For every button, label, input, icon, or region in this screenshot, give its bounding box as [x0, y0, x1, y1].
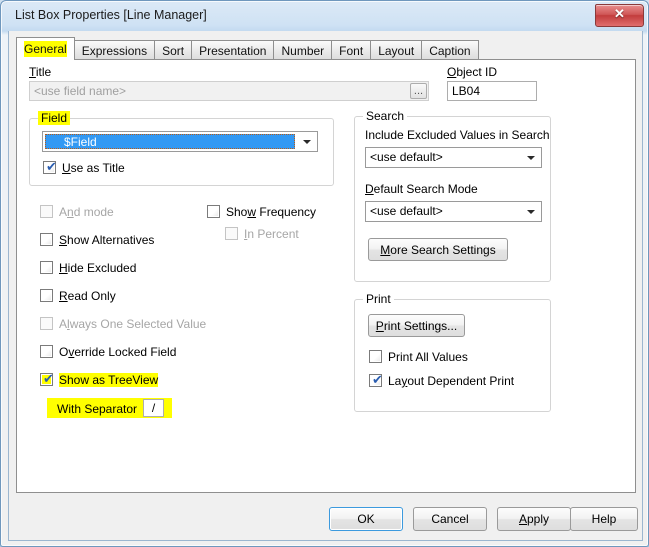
checkbox-hide-excluded-label: Hide Excluded — [59, 261, 137, 275]
help-button[interactable]: Help — [570, 507, 638, 531]
field-combo[interactable]: $Field — [42, 131, 318, 152]
close-button[interactable]: ✕ — [595, 4, 644, 27]
tab-number[interactable]: Number — [273, 40, 333, 60]
checkbox-hide-excluded-box — [40, 261, 53, 274]
dialog-window: List Box Properties [Line Manager] ✕ Gen… — [0, 0, 649, 547]
checkbox-in-percent-label: In Percent — [244, 227, 299, 241]
chevron-down-icon — [527, 155, 535, 160]
checkbox-always-one-selected-value-label: Always One Selected Value — [59, 317, 207, 331]
default-search-mode-value: <use default> — [370, 204, 443, 218]
search-group: Search Include Excluded Values in Search… — [354, 109, 551, 282]
checkbox-show-frequency-label: Show Frequency — [226, 205, 317, 219]
include-excluded-value: <use default> — [370, 150, 443, 164]
check-icon: ✔ — [43, 372, 54, 387]
check-icon: ✔ — [46, 160, 57, 175]
checkbox-print-all-values-box — [369, 350, 382, 363]
include-excluded-combo[interactable]: <use default> — [365, 147, 542, 168]
tab-general-label: General — [24, 41, 67, 57]
print-group-label: Print — [363, 292, 394, 306]
default-search-mode-label: Default Search Mode — [365, 182, 478, 196]
field-combo-value: $Field — [45, 134, 295, 149]
dialog-client-area: General Expressions Sort Presentation Number… — [8, 31, 643, 541]
title-input-placeholder: <use field name> — [34, 84, 127, 98]
checkbox-show-alternatives-box — [40, 233, 53, 246]
checkbox-and-mode-box — [40, 205, 53, 218]
chevron-down-icon — [303, 139, 311, 144]
search-group-label: Search — [363, 109, 408, 123]
tab-font-label: Font — [339, 44, 364, 58]
print-settings-button[interactable]: Print Settings... — [368, 314, 465, 337]
tab-presentation-label: Presentation — [199, 44, 267, 58]
tab-general[interactable]: General — [16, 37, 75, 60]
field-group-label: Field — [38, 111, 71, 125]
tab-expressions-label: Expressions — [81, 44, 148, 58]
tab-sort[interactable]: Sort — [154, 40, 193, 60]
title-bar[interactable]: List Box Properties [Line Manager] ✕ — [1, 1, 648, 31]
checkbox-show-frequency-box — [207, 205, 220, 218]
cancel-button[interactable]: Cancel — [413, 507, 487, 531]
separator-value: / — [151, 401, 156, 415]
checkbox-print-all-values-label: Print All Values — [388, 350, 468, 364]
checkbox-and-mode-label: And mode — [59, 205, 114, 219]
separator-input[interactable]: / — [143, 399, 164, 417]
ok-button[interactable]: OK — [329, 507, 403, 531]
tab-sort-label: Sort — [162, 44, 185, 58]
field-group: Field $Field ✔ Use as Title — [29, 111, 334, 186]
check-icon: ✔ — [372, 373, 383, 388]
checkbox-in-percent-box — [225, 227, 238, 240]
apply-button[interactable]: Apply — [497, 507, 571, 531]
checkbox-read-only-label: Read Only — [59, 289, 116, 303]
object-id-label: Object ID — [447, 65, 498, 79]
tab-presentation[interactable]: Presentation — [191, 40, 275, 60]
close-icon: ✕ — [614, 6, 625, 21]
tab-font[interactable]: Font — [331, 40, 372, 60]
tab-strip: General Expressions Sort Presentation Number… — [16, 37, 479, 60]
checkbox-layout-dependent-print-label: Layout Dependent Print — [388, 374, 515, 388]
checkbox-layout-dependent-print-box: ✔ — [369, 373, 383, 388]
checkbox-always-one-selected-value-box — [40, 317, 53, 330]
checkbox-read-only-box — [40, 289, 53, 302]
print-group: Print Print Settings... Print All Values… — [354, 292, 551, 412]
checkbox-show-alternatives-label: Show Alternatives — [59, 233, 155, 247]
title-input[interactable]: <use field name> — [29, 81, 429, 101]
tab-caption-label: Caption — [429, 44, 471, 58]
checkbox-show-as-treeview-label: Show as TreeView — [59, 373, 159, 387]
checkbox-override-locked-field-label: Override Locked Field — [59, 345, 177, 359]
tab-caption[interactable]: Caption — [421, 40, 479, 60]
include-excluded-label: Include Excluded Values in Search — [365, 128, 550, 142]
default-search-mode-combo[interactable]: <use default> — [365, 201, 542, 222]
title-browse-button[interactable]: ... — [410, 83, 427, 99]
tab-page-general: Title <use field name> ... Object ID LB0… — [16, 59, 636, 493]
checkbox-use-as-title-box: ✔ — [43, 160, 57, 175]
window-title: List Box Properties [Line Manager] — [15, 8, 207, 22]
with-separator-label: With Separator — [57, 402, 138, 416]
object-id-input[interactable]: LB04 — [447, 81, 537, 101]
tab-number-label: Number — [281, 44, 325, 58]
checkbox-use-as-title-label: Use as Title — [62, 161, 125, 175]
title-label: Title — [29, 65, 52, 79]
checkbox-show-as-treeview-box: ✔ — [40, 372, 54, 387]
object-id-value: LB04 — [452, 84, 481, 98]
more-search-settings-button[interactable]: More Search Settings — [368, 238, 508, 261]
tab-layout[interactable]: Layout — [370, 40, 423, 60]
checkbox-override-locked-field-box — [40, 345, 53, 358]
tab-layout-label: Layout — [378, 44, 415, 58]
chevron-down-icon — [527, 209, 535, 214]
tab-expressions[interactable]: Expressions — [73, 40, 156, 60]
